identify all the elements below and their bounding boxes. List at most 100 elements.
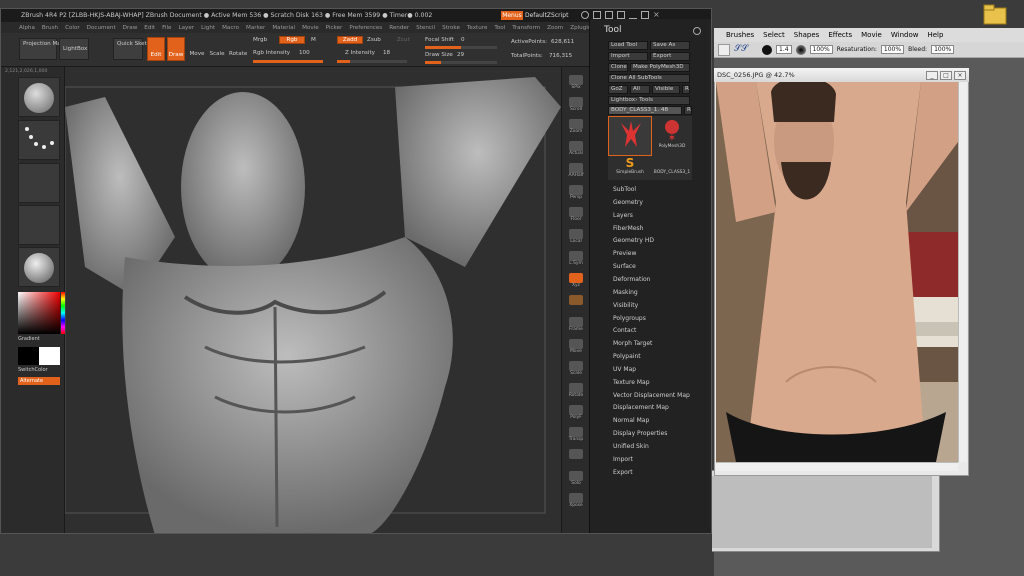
zbrush-window[interactable]: ZBrush 4R4 P2 [ZLBB-HKJS-ABAJ-WHAP] ZBru… bbox=[0, 8, 712, 534]
draw-size-value[interactable]: 29 bbox=[457, 52, 464, 58]
right-shelf-button-17[interactable] bbox=[565, 449, 587, 467]
zbrush-menu-macro[interactable]: Macro bbox=[222, 25, 239, 31]
opacity-field[interactable]: 100% bbox=[809, 45, 833, 54]
brush-size-field[interactable]: 1.4 bbox=[776, 45, 792, 54]
default-zscript-button[interactable]: DefaultZScript bbox=[525, 11, 573, 20]
ps-menu-help[interactable]: Help bbox=[927, 31, 943, 39]
right-shelf-floor[interactable]: Floor bbox=[565, 207, 587, 225]
tool-item-surface[interactable]: Surface bbox=[613, 263, 636, 270]
switchcolor-button[interactable]: SwitchColor bbox=[18, 367, 48, 373]
gradient-label[interactable]: Gradient bbox=[18, 336, 40, 342]
rgb-intensity-slider[interactable] bbox=[253, 60, 323, 63]
right-shelf-polyf[interactable]: PolyF bbox=[565, 405, 587, 423]
ps-menu-movie[interactable]: Movie bbox=[861, 31, 882, 39]
quick-sketch-button[interactable]: Quick Sketch bbox=[113, 38, 153, 60]
current-tool-slider[interactable]: BODY_CLASS3_1. 48 bbox=[608, 106, 682, 115]
palette-refresh-icon[interactable] bbox=[693, 27, 701, 35]
zbrush-menu-preferences[interactable]: Preferences bbox=[349, 25, 382, 31]
restore-icon[interactable]: □ bbox=[940, 70, 952, 80]
tool-item-polygroups[interactable]: Polygroups bbox=[613, 315, 646, 322]
right-shelf-scroll[interactable]: Scroll bbox=[565, 97, 587, 115]
import-tool-button[interactable]: Import bbox=[608, 52, 648, 61]
right-shelf-persp[interactable]: Persp bbox=[565, 185, 587, 203]
goz-all-button[interactable]: All bbox=[630, 85, 650, 94]
airbrush-icon[interactable] bbox=[795, 44, 806, 55]
secondary-color-swatch[interactable] bbox=[39, 347, 60, 365]
draw-size-slider[interactable] bbox=[425, 61, 497, 64]
right-shelf-actual[interactable]: Actual bbox=[565, 141, 587, 159]
z-intensity-value[interactable]: 18 bbox=[383, 50, 390, 56]
zbrush-menu-alpha[interactable]: Alpha bbox=[19, 25, 35, 31]
draw-button[interactable]: Draw bbox=[167, 37, 185, 61]
tool-item-layers[interactable]: Layers bbox=[613, 212, 633, 219]
tool-item-geometry-hd[interactable]: Geometry HD bbox=[613, 237, 654, 244]
palette-icon[interactable] bbox=[605, 11, 613, 19]
save-as-button[interactable]: Save As bbox=[650, 41, 690, 50]
rgb-intensity-value[interactable]: 100 bbox=[299, 50, 310, 56]
stroke-thumbnail[interactable] bbox=[18, 120, 60, 160]
minimize-zbrush-icon[interactable] bbox=[629, 11, 637, 19]
goz-r-button[interactable]: R bbox=[682, 85, 690, 94]
tool-item-masking[interactable]: Masking bbox=[613, 289, 638, 296]
rotate-button[interactable]: Rotate bbox=[229, 51, 247, 57]
right-shelf-spix[interactable]: SPix bbox=[565, 75, 587, 93]
right-shelf-local[interactable]: Local bbox=[565, 229, 587, 247]
tool-item-geometry[interactable]: Geometry bbox=[613, 199, 643, 206]
minimize-icon[interactable]: _ bbox=[926, 70, 938, 80]
material-thumbnail[interactable] bbox=[18, 247, 60, 287]
zbrush-menu-color[interactable]: Color bbox=[65, 25, 80, 31]
tool-item-uv-map[interactable]: UV Map bbox=[613, 366, 636, 373]
edit-button[interactable]: Edit bbox=[147, 37, 165, 61]
tool-item-morph-target[interactable]: Morph Target bbox=[613, 340, 652, 347]
tool-item-texture-map[interactable]: Texture Map bbox=[613, 379, 650, 386]
zbrush-menu-layer[interactable]: Layer bbox=[179, 25, 195, 31]
zbrush-menu-edit[interactable]: Edit bbox=[144, 25, 155, 31]
tool-item-deformation[interactable]: Deformation bbox=[613, 276, 650, 283]
right-shelf-zoom[interactable]: Zoom bbox=[565, 119, 587, 137]
mrgb-button[interactable]: Mrgb bbox=[253, 37, 267, 43]
right-shelf-aahalf[interactable]: AAHalf bbox=[565, 163, 587, 181]
focal-shift-value[interactable]: 0 bbox=[461, 37, 465, 43]
tool-item-polypaint[interactable]: Polypaint bbox=[613, 353, 641, 360]
close-icon[interactable]: × bbox=[954, 70, 966, 80]
right-shelf-button-10[interactable] bbox=[565, 295, 587, 313]
zbrush-menu-tool[interactable]: Tool bbox=[494, 25, 505, 31]
zbrush-menu-marker[interactable]: Marker bbox=[246, 25, 265, 31]
tool-item-export[interactable]: Export bbox=[613, 469, 633, 476]
tool-thumb-simplebrush[interactable]: S SimpleBrush bbox=[608, 156, 652, 180]
tool-palette-title[interactable]: Tool bbox=[604, 25, 621, 35]
zadd-button[interactable]: Zadd bbox=[337, 36, 363, 44]
clone-button[interactable]: Clone bbox=[608, 63, 628, 72]
tool-item-subtool[interactable]: SubTool bbox=[613, 186, 636, 193]
ps-menu-select[interactable]: Select bbox=[763, 31, 785, 39]
zbrush-menu-render[interactable]: Render bbox=[389, 25, 409, 31]
brush-tool-icon[interactable] bbox=[718, 43, 730, 56]
zbrush-menu-brush[interactable]: Brush bbox=[42, 25, 58, 31]
brush-thumbnail[interactable] bbox=[18, 77, 60, 117]
zbrush-menu-transform[interactable]: Transform bbox=[512, 25, 540, 31]
alternate-button[interactable]: Alternate bbox=[18, 377, 60, 385]
load-tool-button[interactable]: Load Tool bbox=[608, 41, 648, 50]
right-shelf-solo[interactable]: Solo bbox=[565, 471, 587, 489]
menus-button[interactable]: Menus bbox=[501, 11, 523, 20]
tool-item-normal-map[interactable]: Normal Map bbox=[613, 417, 649, 424]
maximize-zbrush-icon[interactable] bbox=[641, 11, 649, 19]
bleed-field[interactable]: 100% bbox=[931, 45, 955, 54]
zbrush-menu-zoom[interactable]: Zoom bbox=[547, 25, 563, 31]
right-shelf-xyz[interactable]: Xyz bbox=[565, 273, 587, 291]
tool-item-unified-skin[interactable]: Unified Skin bbox=[613, 443, 649, 450]
document-titlebar[interactable]: DSC_0256.JPG @ 42.7% _ □ × bbox=[714, 68, 969, 82]
tool-item-import[interactable]: Import bbox=[613, 456, 633, 463]
current-tool-r-button[interactable]: R bbox=[684, 106, 692, 115]
tool-item-displacement-map[interactable]: Displacement Map bbox=[613, 404, 669, 411]
zbrush-menu-stroke[interactable]: Stroke bbox=[442, 25, 460, 31]
zbrush-menu-file[interactable]: File bbox=[162, 25, 171, 31]
right-shelf-frame[interactable]: Frame bbox=[565, 317, 587, 335]
ps-menu-window[interactable]: Window bbox=[891, 31, 919, 39]
ps-menu-shapes[interactable]: Shapes bbox=[794, 31, 820, 39]
document-vertical-scrollbar[interactable] bbox=[958, 82, 967, 462]
help-icon[interactable] bbox=[581, 11, 589, 19]
close-zbrush-icon[interactable]: × bbox=[653, 11, 661, 19]
document-horizontal-scrollbar[interactable] bbox=[716, 462, 958, 471]
tool-item-preview[interactable]: Preview bbox=[613, 250, 636, 257]
